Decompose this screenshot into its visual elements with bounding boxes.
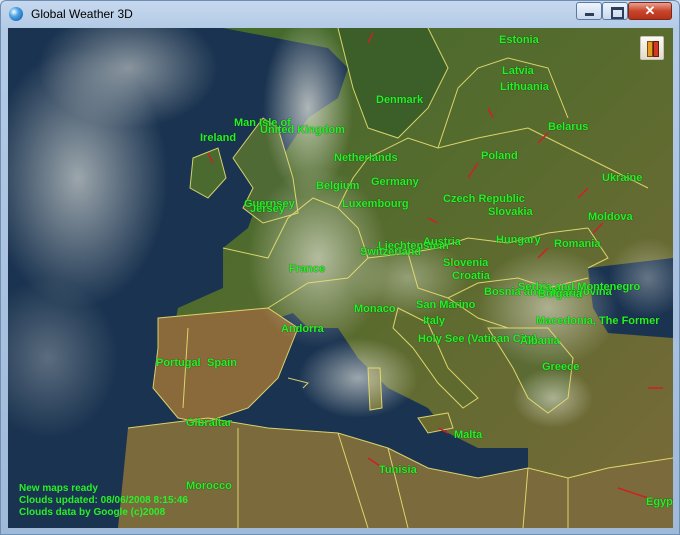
label-germany: Germany	[371, 176, 419, 188]
status-new-maps: New maps ready	[19, 483, 98, 494]
label-switzerland: Switzerland	[360, 246, 422, 258]
status-clouds-source: Clouds data by Google (c)2008	[19, 507, 166, 518]
label-italy: Italy	[423, 315, 446, 327]
label-ireland: Ireland	[200, 132, 237, 144]
status-clouds-updated: Clouds updated: 08/06/2008 8:15:46	[19, 495, 188, 506]
label-jersey: Jersey	[250, 203, 285, 215]
label-ukraine: Ukraine	[602, 172, 643, 184]
label-andorra: Andorra	[281, 323, 324, 335]
label-san-marino: San Marino	[416, 299, 476, 311]
label-egypt: Egypt	[646, 496, 673, 508]
label-portugal: Portugal	[156, 357, 201, 369]
label-monaco: Monaco	[354, 303, 396, 315]
label-morocco: Morocco	[186, 480, 232, 492]
label-belgium: Belgium	[316, 180, 360, 192]
label-spain: Spain	[207, 357, 237, 369]
maximize-button[interactable]	[602, 2, 628, 20]
label-moldova: Moldova	[588, 211, 633, 223]
app-window: Global Weather 3D ✕ Estonia Latvia Lithu…	[0, 0, 680, 535]
label-austria: Austria	[423, 236, 461, 248]
close-icon: ✕	[644, 3, 656, 18]
maximize-icon	[611, 7, 624, 19]
close-button[interactable]: ✕	[628, 2, 672, 20]
label-poland: Poland	[481, 150, 518, 162]
label-slovenia: Slovenia	[443, 257, 489, 269]
label-lithuania: Lithuania	[500, 81, 549, 93]
map-canvas	[8, 28, 673, 528]
label-albania: Albania	[520, 335, 560, 347]
minimize-button[interactable]	[576, 2, 602, 20]
globe-icon	[9, 7, 23, 21]
label-estonia: Estonia	[499, 34, 539, 46]
minimize-icon	[585, 13, 594, 16]
label-hungary: Hungary	[496, 234, 541, 246]
label-croatia: Croatia	[452, 270, 490, 282]
label-tunisia: Tunisia	[379, 464, 417, 476]
label-gibraltar: Gibraltar	[186, 417, 232, 429]
label-macedonia: Macedonia, The Former	[536, 315, 660, 327]
label-latvia: Latvia	[502, 65, 534, 77]
label-malta: Malta	[454, 429, 483, 441]
label-bulgaria: Bulgaria	[538, 288, 583, 300]
tools-button[interactable]	[640, 36, 664, 60]
label-slovakia: Slovakia	[488, 206, 533, 218]
title-bar[interactable]: Global Weather 3D ✕	[1, 1, 679, 27]
label-denmark: Denmark	[376, 94, 424, 106]
label-romania: Romania	[554, 238, 601, 250]
label-belarus: Belarus	[548, 121, 589, 133]
tools-icon-part	[653, 41, 659, 57]
label-france: France	[289, 263, 326, 275]
label-greece: Greece	[542, 361, 580, 373]
weather-map[interactable]: Estonia Latvia Lithuania Denmark Belarus…	[8, 28, 673, 528]
label-netherlands: Netherlands	[334, 152, 398, 164]
label-czech-republic: Czech Republic	[443, 193, 525, 205]
label-united-kingdom: United Kingdom	[260, 124, 345, 136]
label-luxembourg: Luxembourg	[342, 198, 409, 210]
window-title: Global Weather 3D	[31, 7, 133, 21]
